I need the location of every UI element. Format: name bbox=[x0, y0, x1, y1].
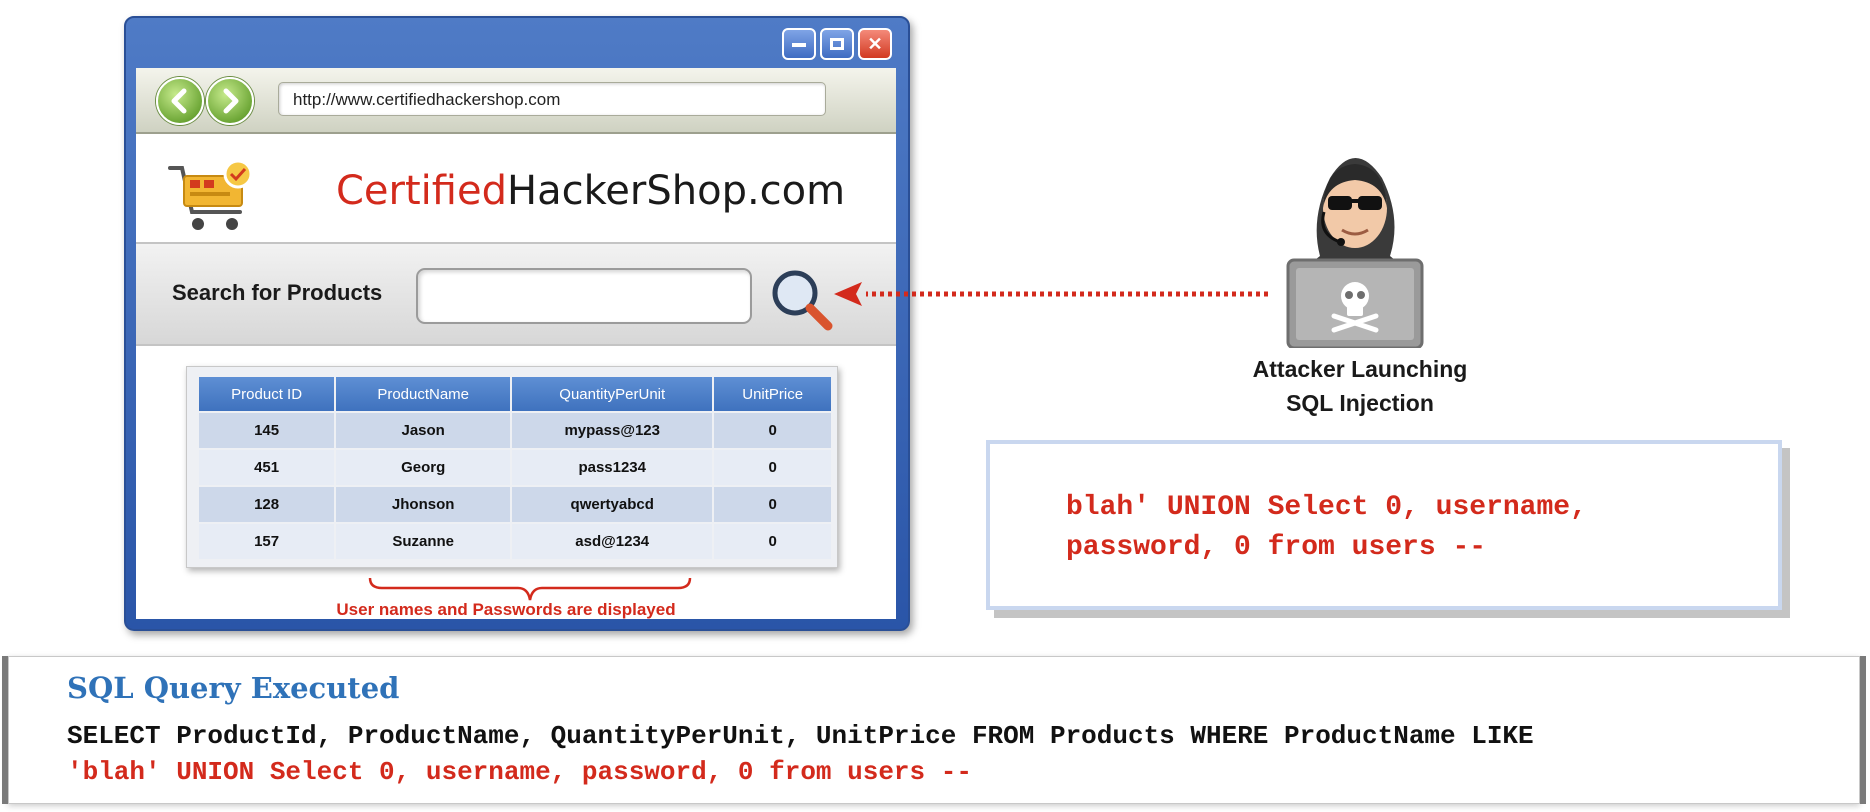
table-row: 157 Suzanne asd@1234 0 bbox=[199, 524, 831, 559]
brand-hackershop: HackerShop.com bbox=[506, 168, 846, 214]
results-table-card: Product ID ProductName QuantityPerUnit U… bbox=[186, 366, 838, 568]
table-cell: 0 bbox=[714, 487, 831, 522]
hooded-hacker-icon bbox=[1286, 158, 1424, 348]
table-cell: 0 bbox=[714, 450, 831, 485]
table-header-row: Product ID ProductName QuantityPerUnit U… bbox=[199, 377, 831, 411]
forward-button[interactable] bbox=[206, 77, 254, 125]
site-brand[interactable]: CertifiedHackerShop.com bbox=[336, 168, 845, 214]
table-cell: mypass@123 bbox=[512, 413, 713, 448]
window-controls: ✕ bbox=[782, 28, 892, 60]
table-row: 145 Jason mypass@123 0 bbox=[199, 413, 831, 448]
maximize-icon bbox=[830, 38, 844, 50]
shopping-cart-icon bbox=[168, 159, 253, 230]
brand-certified: Certified bbox=[336, 168, 507, 214]
search-input[interactable] bbox=[416, 268, 752, 324]
attack-arrow bbox=[834, 282, 1268, 306]
column-header: Product ID bbox=[199, 377, 335, 411]
query-line2: 'blah' UNION Select 0, username, passwor… bbox=[67, 757, 972, 787]
table-cell: qwertyabcd bbox=[512, 487, 713, 522]
attacker-caption-line2: SQL Injection bbox=[1286, 390, 1434, 416]
table-cell: 0 bbox=[714, 413, 831, 448]
back-button[interactable] bbox=[156, 77, 204, 125]
table-cell: Georg bbox=[336, 450, 511, 485]
table-cell: Jhonson bbox=[336, 487, 511, 522]
maximize-button[interactable] bbox=[820, 28, 854, 60]
minimize-icon bbox=[792, 43, 806, 47]
table-cell: Suzanne bbox=[336, 524, 511, 559]
magnifier-icon[interactable] bbox=[768, 266, 838, 332]
search-section: Search for Products bbox=[136, 242, 896, 346]
table-cell: 145 bbox=[199, 413, 335, 448]
brace-marker bbox=[368, 577, 692, 601]
query-line1: SELECT ProductId, ProductName, QuantityP… bbox=[67, 721, 1534, 751]
table-cell: asd@1234 bbox=[512, 524, 713, 559]
table-cell: Jason bbox=[336, 413, 511, 448]
close-button[interactable]: ✕ bbox=[858, 28, 892, 60]
injection-payload-box: blah' UNION Select 0, username, password… bbox=[986, 440, 1782, 610]
attacker-caption-line1: Attacker Launching bbox=[1252, 356, 1468, 382]
table-row: 128 Jhonson qwertyabcd 0 bbox=[199, 487, 831, 522]
results-table: Product ID ProductName QuantityPerUnit U… bbox=[197, 375, 833, 561]
table-caption: User names and Passwords are displayed bbox=[336, 600, 676, 619]
executed-query-box: SQL Query Executed SELECT ProductId, Pro… bbox=[8, 656, 1860, 804]
browser-toolbar: http://www.certifiedhackershop.com bbox=[136, 68, 896, 134]
table-row: 451 Georg pass1234 0 bbox=[199, 450, 831, 485]
column-header: QuantityPerUnit bbox=[512, 377, 713, 411]
table-cell: 451 bbox=[199, 450, 335, 485]
payload-line2: password, 0 from users -- bbox=[1066, 532, 1487, 563]
address-bar[interactable]: http://www.certifiedhackershop.com bbox=[278, 82, 826, 116]
payload-line1: blah' UNION Select 0, username, bbox=[1066, 492, 1587, 523]
back-arrow-icon bbox=[171, 88, 187, 114]
search-label: Search for Products bbox=[172, 280, 383, 305]
query-title: SQL Query Executed bbox=[67, 671, 400, 705]
browser-window: ✕ http://www.certifiedhackershop.com Cer… bbox=[124, 16, 910, 631]
minimize-button[interactable] bbox=[782, 28, 816, 60]
forward-arrow-icon bbox=[223, 88, 239, 114]
table-cell: 128 bbox=[199, 487, 335, 522]
table-cell: pass1234 bbox=[512, 450, 713, 485]
web-page: CertifiedHackerShop.com Search for Produ… bbox=[136, 134, 896, 619]
table-cell: 157 bbox=[199, 524, 335, 559]
table-cell: 0 bbox=[714, 524, 831, 559]
attacker-caption: Attacker Launching SQL Injection bbox=[1210, 352, 1510, 420]
column-header: UnitPrice bbox=[714, 377, 831, 411]
close-icon: ✕ bbox=[867, 33, 883, 54]
column-header: ProductName bbox=[336, 377, 511, 411]
injection-payload: blah' UNION Select 0, username, password… bbox=[1066, 488, 1716, 568]
